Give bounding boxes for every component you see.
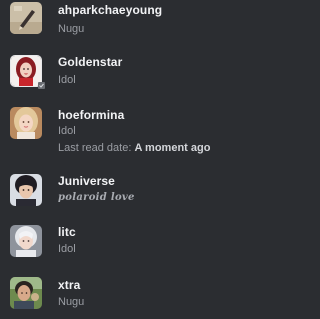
member-item-xtra[interactable]: xtra Nugu [0,274,263,314]
member-name: xtra [58,278,81,292]
member-status: Nugu [58,23,85,35]
member-name: Juniverse [58,174,115,188]
member-status: Idol [58,243,76,255]
last-read-value: A moment ago [134,142,211,154]
member-name: hoeformina [58,108,125,122]
member-item-juniverse[interactable]: Juniverse polaroid love [0,170,263,210]
member-name: litc [58,225,76,239]
member-item-goldenstar[interactable] [0,52,263,92]
member-item-ahparkchaeyoung[interactable]: ahparkchaeyoung Nugu [0,0,263,40]
member-status: Idol [58,125,76,137]
last-read-info: Last read date: A moment ago [58,142,210,154]
verified-badge-icon [38,82,45,89]
avatar-pencil-drawing-icon[interactable] [10,2,42,34]
member-status: polaroid love [58,192,135,203]
member-status: Idol [58,74,76,86]
member-item-litc[interactable]: litc Idol [0,222,263,262]
member-status: Nugu [58,296,85,308]
member-item-hoeformina[interactable]: hoeformina Idol Last read date: A moment… [0,100,263,160]
member-list: ahparkchaeyoung Nugu Goldenstar Idol hoe… [0,0,263,319]
avatar-portrait-dark-icon[interactable] [10,174,42,206]
avatar-portrait-silver-icon[interactable] [10,225,42,257]
avatar-portrait-outdoor-icon[interactable] [10,277,42,309]
avatar-portrait-blonde-icon[interactable] [10,107,42,139]
member-name: ahparkchaeyoung [58,3,163,17]
member-name: Goldenstar [58,55,123,69]
last-read-label: Last read date: [58,142,132,154]
